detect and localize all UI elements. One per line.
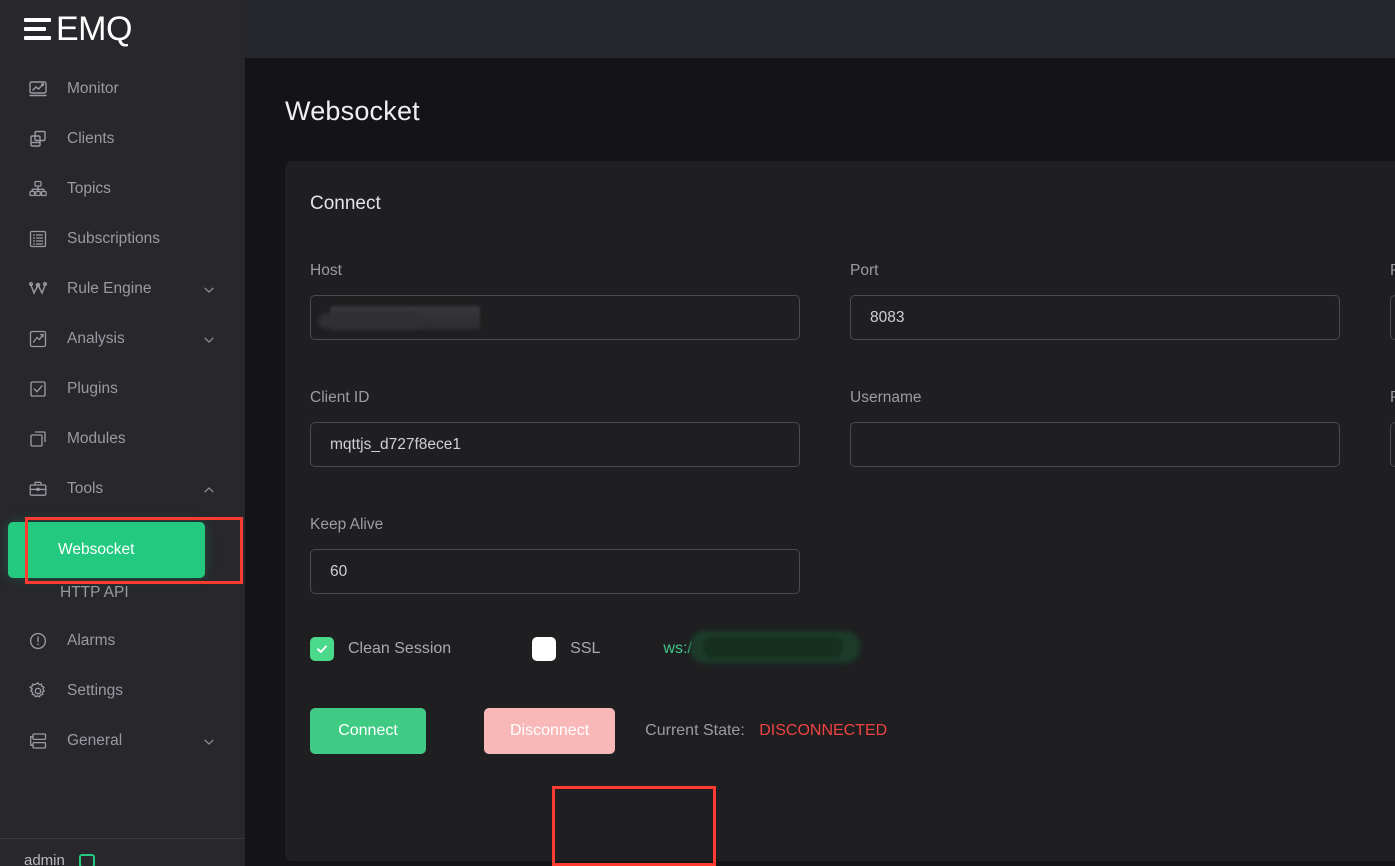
tools-icon bbox=[27, 478, 49, 500]
sidebar-item-label: Clients bbox=[67, 130, 115, 147]
alarms-icon bbox=[27, 630, 49, 652]
sidebar-item-label: Plugins bbox=[67, 380, 118, 397]
field-host: Host bbox=[310, 262, 825, 340]
chevron-up-icon bbox=[203, 483, 215, 495]
monitor-icon bbox=[27, 78, 49, 100]
chevron-down-icon bbox=[203, 283, 215, 295]
clean-session-checkbox[interactable] bbox=[310, 637, 334, 661]
field-keep-alive: Keep Alive bbox=[310, 516, 825, 594]
sidebar-item-settings[interactable]: Settings bbox=[0, 666, 245, 716]
sidebar-item-analysis[interactable]: Analysis bbox=[0, 314, 245, 364]
field-label: Client ID bbox=[310, 389, 370, 406]
chevron-down-icon bbox=[203, 333, 215, 345]
sidebar-item-label: Subscriptions bbox=[67, 230, 161, 247]
card-title: Connect bbox=[310, 193, 381, 214]
field-label: Host bbox=[310, 262, 342, 279]
sidebar-item-tools[interactable]: Tools bbox=[0, 464, 245, 514]
sidebar-item-websocket[interactable]: Websocket bbox=[8, 522, 205, 578]
state-label: Current State: bbox=[645, 722, 745, 739]
field-password: Password bbox=[1390, 389, 1395, 467]
field-username: Username bbox=[850, 389, 1365, 467]
username-input[interactable] bbox=[850, 422, 1340, 467]
sidebar-item-label: Alarms bbox=[67, 632, 116, 649]
user-badge-icon bbox=[78, 853, 95, 866]
sidebar-item-label: Tools bbox=[67, 480, 104, 497]
main-area: Websocket Connect Host Port 8083 /mqtt C… bbox=[245, 0, 1395, 866]
ws-url-redaction-2 bbox=[703, 636, 844, 658]
sidebar-item-label: General bbox=[67, 732, 123, 749]
sidebar-divider bbox=[0, 838, 245, 839]
password-input[interactable] bbox=[1390, 422, 1395, 467]
subscriptions-icon bbox=[27, 228, 49, 250]
sidebar-item-label: Monitor bbox=[67, 80, 119, 97]
app-root: EMQ Monitor Clients Topics Subscriptions… bbox=[0, 0, 1395, 866]
topics-icon bbox=[27, 178, 49, 200]
sidebar-item-label: HTTP API bbox=[60, 584, 129, 601]
port-input[interactable] bbox=[850, 295, 1340, 340]
sidebar-item-label: Rule Engine bbox=[67, 280, 152, 297]
sidebar-item-monitor[interactable]: Monitor bbox=[0, 64, 245, 114]
analysis-icon bbox=[27, 328, 49, 350]
field-path: Path bbox=[1390, 262, 1395, 340]
state-value: DISCONNECTED bbox=[759, 722, 888, 739]
field-label: Port bbox=[850, 262, 879, 279]
path-input[interactable] bbox=[1390, 295, 1395, 340]
sidebar-user[interactable]: admin bbox=[24, 852, 95, 866]
websocket-url: ws:/3/mqtt bbox=[663, 631, 861, 663]
sidebar: EMQ Monitor Clients Topics Subscriptions… bbox=[0, 0, 245, 866]
sidebar-item-clients[interactable]: Clients bbox=[0, 114, 245, 164]
brand-logo[interactable]: EMQ bbox=[0, 0, 245, 58]
connect-button[interactable]: Connect bbox=[310, 708, 426, 754]
sidebar-item-general[interactable]: General bbox=[0, 716, 245, 766]
chevron-down-icon bbox=[203, 735, 215, 747]
sidebar-item-alarms[interactable]: Alarms bbox=[0, 616, 245, 666]
sidebar-item-label: Modules bbox=[67, 430, 126, 447]
brand-name: EMQ bbox=[56, 10, 132, 48]
clean-session-label: Clean Session bbox=[348, 640, 452, 657]
rule-engine-icon bbox=[27, 278, 49, 300]
sidebar-item-label: Analysis bbox=[67, 330, 125, 347]
clients-icon bbox=[27, 128, 49, 150]
sidebar-item-topics[interactable]: Topics bbox=[0, 164, 245, 214]
ssl-checkbox[interactable] bbox=[532, 637, 557, 661]
top-bar bbox=[245, 0, 1395, 58]
general-icon bbox=[27, 730, 49, 752]
sidebar-nav: Monitor Clients Topics Subscriptions Rul… bbox=[0, 64, 245, 766]
sidebar-item-rule-engine[interactable]: Rule Engine bbox=[0, 264, 245, 314]
connection-state: Current State: DISCONNECTED bbox=[645, 722, 887, 740]
field-label: Password bbox=[1390, 389, 1395, 407]
gear-icon bbox=[27, 680, 49, 702]
disconnect-button[interactable]: Disconnect bbox=[484, 708, 616, 754]
client-id-input[interactable] bbox=[310, 422, 800, 467]
field-port: Port bbox=[850, 262, 1365, 340]
page-content: Websocket Connect Host Port 8083 /mqtt C… bbox=[245, 58, 1395, 861]
connect-card: Connect Host Port 8083 /mqtt Client ID m… bbox=[285, 161, 1395, 861]
sidebar-item-subscriptions[interactable]: Subscriptions bbox=[0, 214, 245, 264]
field-label: Path bbox=[1390, 262, 1395, 280]
sidebar-item-label: Settings bbox=[67, 682, 124, 699]
user-name: admin bbox=[24, 852, 65, 866]
sidebar-item-plugins[interactable]: Plugins bbox=[0, 364, 245, 414]
field-label: Username bbox=[850, 389, 922, 406]
modules-icon bbox=[27, 428, 49, 450]
ws-url-prefix: ws:/ bbox=[663, 640, 692, 657]
sidebar-item-modules[interactable]: Modules bbox=[0, 414, 245, 464]
plugins-icon bbox=[27, 378, 49, 400]
emq-mark-icon bbox=[24, 18, 51, 40]
host-redaction-2 bbox=[318, 313, 423, 329]
field-client-id: Client ID bbox=[310, 389, 825, 467]
keep-alive-input[interactable] bbox=[310, 549, 800, 594]
page-title: Websocket bbox=[285, 96, 420, 126]
connect-form: Host Port Path bbox=[285, 215, 1395, 643]
sidebar-item-label: Websocket bbox=[58, 541, 135, 558]
action-row: Connect Disconnect Current State: DISCON… bbox=[285, 708, 1395, 754]
field-label: Keep Alive bbox=[310, 516, 384, 533]
ssl-label: SSL bbox=[570, 640, 601, 657]
sidebar-item-label: Topics bbox=[67, 180, 111, 197]
